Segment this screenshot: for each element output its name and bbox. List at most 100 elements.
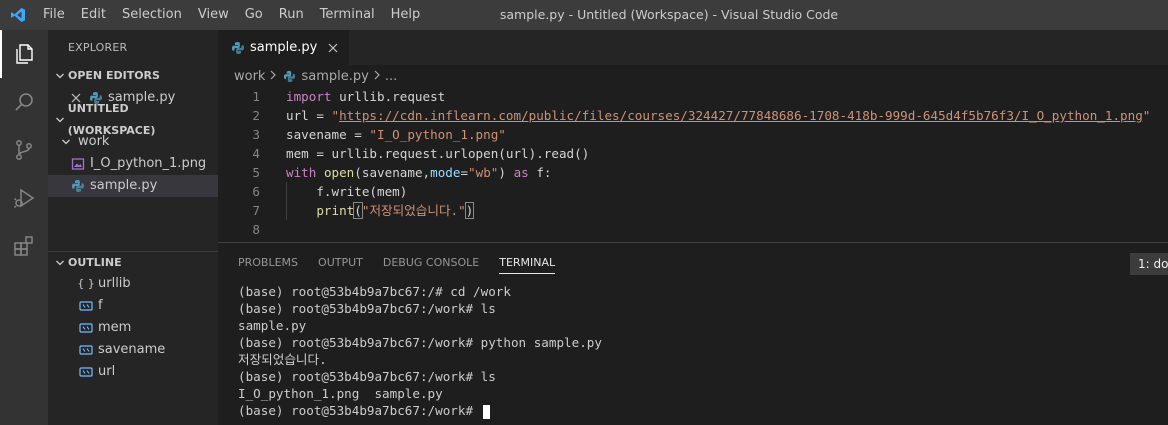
menu-item-view[interactable]: View xyxy=(190,0,237,30)
extensions-icon[interactable] xyxy=(0,222,48,270)
line-text: savename = "I_O_python_1.png" xyxy=(260,125,506,144)
terminal[interactable]: (base) root@53b4b9a7bc67:/# cd /work (bas… xyxy=(218,283,1168,419)
files-icon[interactable] xyxy=(0,30,48,78)
tab-terminal[interactable]: TERMINAL xyxy=(499,243,555,283)
code-token: "I_O_python_1.png" xyxy=(369,127,506,142)
menu-item-go[interactable]: Go xyxy=(237,0,271,30)
editor-area: sample.py work sample.py ... 1 import url… xyxy=(218,30,1168,242)
code-token: savename = xyxy=(286,127,370,142)
file-item-png[interactable]: I_O_python_1.png xyxy=(48,153,218,175)
code-token: (savename, xyxy=(354,165,431,180)
vscode-logo-icon xyxy=(0,0,35,30)
file-name: I_O_python_1.png xyxy=(90,156,207,171)
bottom-panel: PROBLEMS OUTPUT DEBUG CONSOLE TERMINAL 1: d… xyxy=(218,242,1168,425)
outline-item[interactable]: mem xyxy=(48,317,218,339)
terminal-text: (base) root@53b4b9a7bc67:/work# python s… xyxy=(238,335,602,350)
activity-bar xyxy=(0,30,48,425)
breadcrumb-folder[interactable]: work xyxy=(234,69,265,84)
code-token: " xyxy=(1142,108,1151,123)
file-name: sample.py xyxy=(90,178,158,193)
menu-item-selection[interactable]: Selection xyxy=(114,0,190,30)
window-title: sample.py - Untitled (Workspace) - Visua… xyxy=(499,7,839,22)
code-line: 7 print("저장되었습니다.") xyxy=(218,201,1168,220)
code-token: ) xyxy=(464,202,475,219)
workspace-header[interactable]: UNTITLED (WORKSPACE) xyxy=(48,102,218,137)
outline-item[interactable]: { } urllib xyxy=(48,273,218,295)
code-token: " xyxy=(331,108,340,123)
terminal-cursor xyxy=(482,404,490,419)
terminal-line: 저장되었습니다. xyxy=(238,351,1168,368)
terminal-line: (base) root@53b4b9a7bc67:/work# python s… xyxy=(238,334,1168,351)
menu-item-run[interactable]: Run xyxy=(271,0,312,30)
open-editors-header[interactable]: OPEN EDITORS xyxy=(48,65,218,87)
terminal-text: sample.py xyxy=(238,318,307,333)
line-number: 6 xyxy=(252,184,260,199)
source-control-icon[interactable] xyxy=(0,126,48,174)
file-item-sample-py[interactable]: sample.py xyxy=(48,175,218,197)
outline-item-label: url xyxy=(98,364,116,379)
terminal-text: (base) root@53b4b9a7bc67:/work# xyxy=(238,403,481,418)
line-text: with open(savename,mode="wb") as f: xyxy=(260,163,551,182)
chevron-down-icon xyxy=(58,134,74,150)
line-number: 4 xyxy=(252,146,260,161)
explorer-sidebar: EXPLORER OPEN EDITORS sample.py UNTITLED… xyxy=(48,30,218,425)
line-text: import urllib.request xyxy=(260,87,445,106)
code-token: https://cdn.inflearn.com/public/files/co… xyxy=(339,108,1143,123)
code-token: url = xyxy=(286,108,332,123)
search-icon[interactable] xyxy=(0,78,48,126)
line-number: 1 xyxy=(252,89,260,104)
code-line: 1 import urllib.request xyxy=(218,87,1168,106)
code-token: urllib.request xyxy=(331,89,446,104)
line-number: 8 xyxy=(252,222,260,237)
code-line: 3 savename = "I_O_python_1.png" xyxy=(218,125,1168,144)
menu-item-edit[interactable]: Edit xyxy=(73,0,114,30)
chevron-down-icon xyxy=(52,115,68,125)
code-token: print xyxy=(316,203,355,218)
variable-symbol-icon xyxy=(78,342,94,358)
tab-output[interactable]: OUTPUT xyxy=(318,243,363,283)
terminal-line: (base) root@53b4b9a7bc67:/work# ls xyxy=(238,368,1168,385)
terminal-text: 저장되었습니다. xyxy=(238,352,327,367)
code-token: "저장되었습니다." xyxy=(361,203,466,218)
terminal-text: (base) root@53b4b9a7bc67:/work# ls xyxy=(238,301,496,316)
python-file-icon xyxy=(230,40,246,56)
terminal-text: (base) root@53b4b9a7bc67:/work# ls xyxy=(238,369,496,384)
terminal-select[interactable]: 1: do xyxy=(1130,253,1168,275)
panel-tabs: PROBLEMS OUTPUT DEBUG CONSOLE TERMINAL xyxy=(218,243,1168,283)
breadcrumb-file[interactable]: sample.py xyxy=(301,69,368,84)
tab-debug-console[interactable]: DEBUG CONSOLE xyxy=(383,243,479,283)
line-number: 7 xyxy=(252,203,260,218)
python-file-icon xyxy=(281,68,297,84)
outline-header[interactable]: OUTLINE xyxy=(48,251,218,273)
line-number: 2 xyxy=(252,108,260,123)
close-icon[interactable] xyxy=(325,40,341,56)
run-debug-icon[interactable] xyxy=(0,174,48,222)
code-line: 2 url = "https://cdn.inflearn.com/public/… xyxy=(218,106,1168,125)
editor-tabs: sample.py xyxy=(218,30,1168,65)
variable-symbol-icon xyxy=(78,364,94,380)
chevron-down-icon xyxy=(52,71,68,81)
explorer-title: EXPLORER xyxy=(68,41,128,54)
code-line: 6 f.write(mem) xyxy=(218,182,1168,201)
module-symbol-icon: { } xyxy=(77,277,95,290)
code-token: as xyxy=(513,165,529,180)
code-token: ( xyxy=(353,202,363,219)
code-token: import xyxy=(286,89,332,104)
line-text: mem = urllib.request.urlopen(url).read() xyxy=(260,144,589,163)
menu-item-file[interactable]: File xyxy=(35,0,73,30)
breadcrumb-more[interactable]: ... xyxy=(385,69,397,84)
code-token: ) xyxy=(498,165,514,180)
tab-sample-py[interactable]: sample.py xyxy=(218,30,350,65)
tab-problems[interactable]: PROBLEMS xyxy=(238,243,298,283)
outline-item[interactable]: savename xyxy=(48,339,218,361)
terminal-line: (base) root@53b4b9a7bc67:/work# ls xyxy=(238,300,1168,317)
outline-item[interactable]: f xyxy=(48,295,218,317)
chevron-right-icon xyxy=(373,69,381,84)
outline-item[interactable]: url xyxy=(48,361,218,383)
code-editor[interactable]: 1 import urllib.request 2 url = "https://cd… xyxy=(218,87,1168,239)
line-text: url = "https://cdn.inflearn.com/public/f… xyxy=(260,106,1150,125)
code-line: 5 with open(savename,mode="wb") as f: xyxy=(218,163,1168,182)
terminal-line: sample.py xyxy=(238,317,1168,334)
